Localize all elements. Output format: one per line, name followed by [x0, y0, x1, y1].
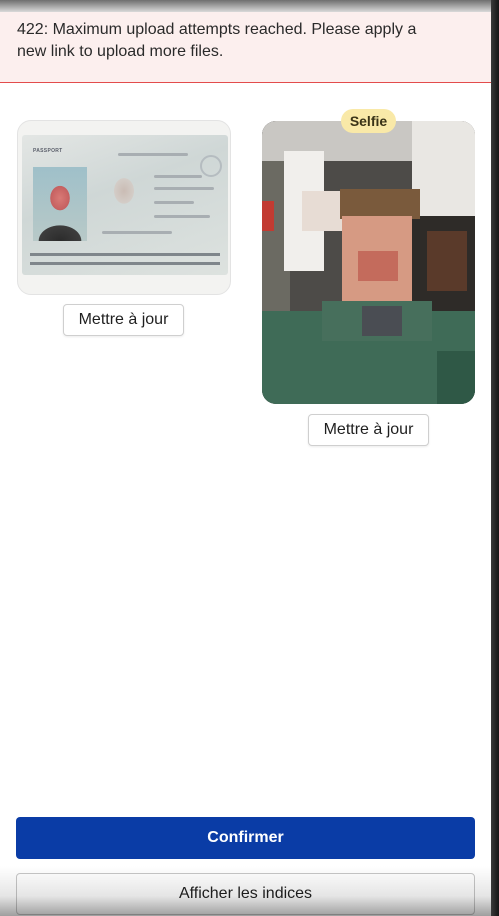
passport-label: PASSPORT: [33, 148, 63, 154]
passport-text-line: [118, 153, 188, 156]
update-selfie-button[interactable]: Mettre à jour: [308, 414, 429, 446]
passport-text-line: [102, 231, 172, 234]
selfie-object: [262, 201, 274, 231]
selfie-collar: [362, 306, 402, 336]
document-preview-card: PASSPORT: [17, 120, 231, 295]
passport-mrz-line: [30, 262, 220, 265]
passport-text-line: [154, 187, 214, 190]
error-toast[interactable]: 422: Maximum upload attempts reached. Pl…: [0, 8, 491, 83]
update-document-button[interactable]: Mettre à jour: [63, 304, 184, 336]
selfie-hair: [340, 189, 420, 219]
passport-text-line: [154, 201, 194, 204]
error-toast-message: 422: Maximum upload attempts reached. Pl…: [17, 21, 417, 60]
passport-photo: [33, 167, 87, 241]
selfie-face-shade: [358, 251, 398, 281]
app-screen: Examinez vos documents 422: Maximum uplo…: [0, 0, 491, 916]
screen-edge: [491, 0, 499, 916]
passport-text-line: [154, 175, 202, 178]
passport-text-line: [154, 215, 210, 218]
passport-ghost-photo: [102, 163, 146, 225]
passport-mrz-line: [30, 253, 220, 256]
selfie-badge: Selfie: [341, 109, 396, 133]
show-hints-button[interactable]: Afficher les indices: [16, 873, 475, 915]
confirm-button[interactable]: Confirmer: [16, 817, 475, 859]
selfie-shelf: [427, 231, 467, 291]
selfie-wall: [412, 121, 475, 216]
selfie-hand: [302, 191, 342, 231]
passport-image: PASSPORT: [22, 135, 228, 275]
selfie-preview-card: [262, 121, 475, 404]
passport-seal: [200, 155, 222, 177]
status-bar-shade: [0, 0, 491, 12]
selfie-shirt-shadow: [437, 351, 475, 404]
